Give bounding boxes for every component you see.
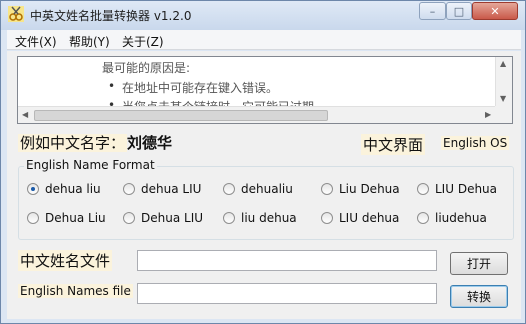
ui-language-label[interactable]: 中文界面 [361,134,426,155]
title-bar[interactable]: 中英文姓名批量转换器 v1.2.0 – □ ✕ [1,1,525,30]
window-title: 中英文姓名批量转换器 v1.2.0 [30,9,192,23]
client-area: 最可能的原因是: 在地址中可能存在键入错误。 当您点击某个链接时，它可能已过期。… [7,51,521,319]
radio-label: liudehua [435,211,487,225]
menu-file[interactable]: 文件(X) [15,33,57,50]
app-window: 中英文姓名批量转换器 v1.2.0 – □ ✕ 文件(X) 帮助(Y) 关于(Z… [0,0,526,324]
example-name: 刘德华 [127,134,173,152]
radio-label: Dehua Liu [45,211,106,225]
radio-dehua-LIU[interactable]: dehua LIU [123,182,201,196]
radio-icon [223,212,235,224]
radio-icon [321,212,333,224]
radio-LIU-Dehua[interactable]: LIU Dehua [417,182,497,196]
radio-label: LIU dehua [339,211,400,225]
open-button[interactable]: 打开 [450,252,508,275]
english-file-label: English Names file [18,284,133,298]
radio-label: Dehua LIU [141,211,204,225]
radio-selected-icon [27,183,39,195]
browser-text-line: 最可能的原因是: [102,61,191,75]
menu-bar: 文件(X) 帮助(Y) 关于(Z) [7,30,521,50]
chinese-file-label: 中文姓名文件 [18,250,113,271]
minimize-icon: – [429,4,436,18]
example-label: 例如中文名字： [18,134,128,152]
group-title: English Name Format [24,158,157,172]
scissors-app-icon [8,6,24,22]
radio-icon [27,212,39,224]
radio-icon [123,183,135,195]
radio-Liu-Dehua[interactable]: Liu Dehua [321,182,400,196]
radio-liudehua[interactable]: liudehua [417,211,487,225]
menu-help[interactable]: 帮助(Y) [69,33,110,50]
radio-label: dehua LIU [141,182,202,196]
horizontal-scroll-thumb[interactable] [34,110,328,121]
radio-label: Liu Dehua [339,182,400,196]
radio-Dehua-Liu[interactable]: Dehua Liu [27,211,106,225]
browser-bullet-1: 在地址中可能存在键入错误。 [108,79,278,96]
scroll-left-icon[interactable]: ◀ [22,110,28,119]
radio-label: liu dehua [241,211,297,225]
radio-label: dehua liu [45,182,101,196]
close-icon: ✕ [490,4,500,18]
english-file-input[interactable] [137,283,437,304]
embedded-browser[interactable]: 最可能的原因是: 在地址中可能存在键入错误。 当您点击某个链接时，它可能已过期。… [17,56,513,124]
radio-icon [417,212,429,224]
radio-label: dehualiu [241,182,293,196]
close-button[interactable]: ✕ [472,2,518,20]
maximize-icon: □ [453,4,465,18]
radio-LIU-dehua[interactable]: LIU dehua [321,211,399,225]
radio-label: LIU Dehua [435,182,498,196]
menu-about[interactable]: 关于(Z) [122,33,164,50]
scroll-corner [495,106,512,123]
minimize-button[interactable]: – [419,2,446,20]
maximize-button[interactable]: □ [446,2,472,20]
scroll-up-icon[interactable]: ▲ [500,59,506,68]
radio-icon [321,183,333,195]
name-format-group: English Name Format dehua liu dehua LIU … [18,158,514,240]
radio-dehualiu[interactable]: dehualiu [223,182,293,196]
scroll-right-icon[interactable]: ▶ [485,110,491,119]
radio-liu-dehua[interactable]: liu dehua [223,211,297,225]
vertical-scrollbar[interactable]: ▲ ▼ [495,57,512,106]
horizontal-scrollbar[interactable]: ◀ ▶ [18,106,497,123]
example-label-row: 例如中文名字： 刘德华 [18,132,172,153]
radio-dehua-liu[interactable]: dehua liu [27,182,101,196]
radio-icon [223,183,235,195]
radio-icon [417,183,429,195]
scroll-down-icon[interactable]: ▼ [500,94,506,103]
radio-icon [123,212,135,224]
radio-Dehua-LIU[interactable]: Dehua LIU [123,211,203,225]
chinese-file-input[interactable] [137,250,437,271]
convert-button[interactable]: 转换 [450,285,508,308]
os-label[interactable]: English OS [441,136,510,150]
